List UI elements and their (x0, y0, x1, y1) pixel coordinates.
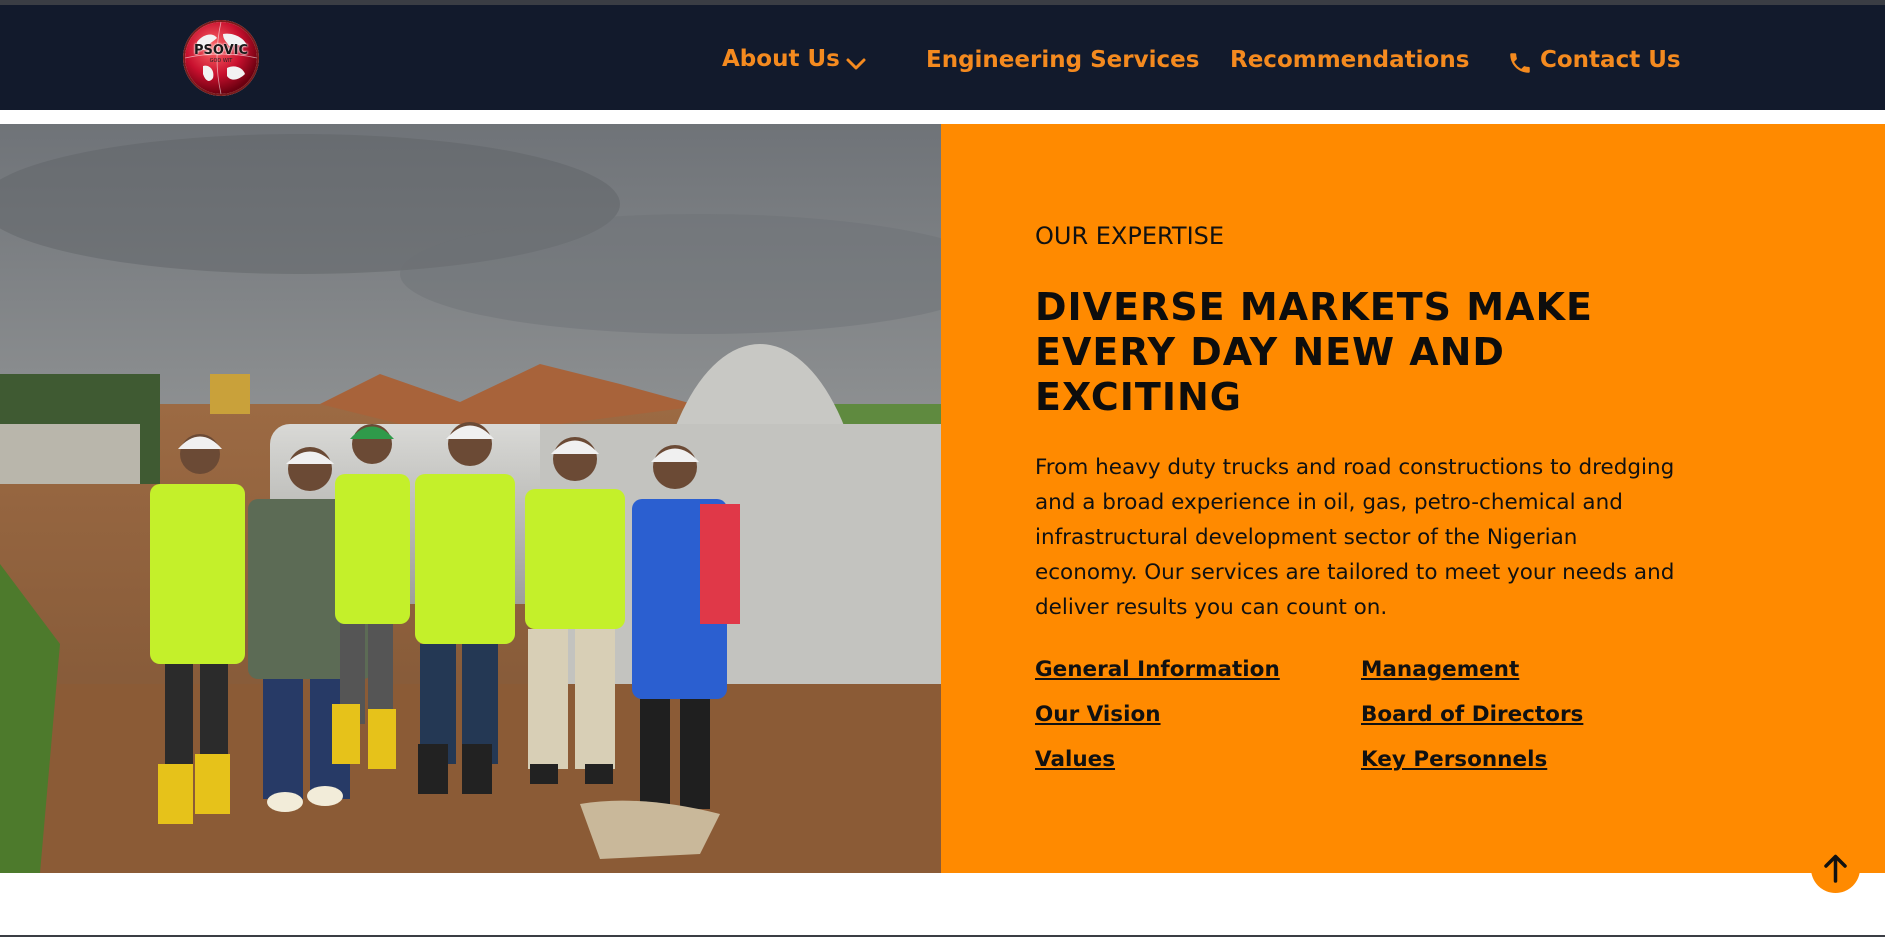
logo-wordmark: PSOVIC (193, 43, 249, 58)
chevron-down-icon[interactable] (845, 53, 867, 75)
nav-recommendations[interactable]: Recommendations (1230, 47, 1469, 73)
section-description: From heavy duty trucks and road construc… (1035, 455, 1675, 620)
phone-icon[interactable] (1507, 50, 1533, 76)
site-team-photo (0, 124, 941, 873)
scroll-to-top-button[interactable] (1811, 844, 1860, 893)
link-board-of-directors[interactable]: Board of Directors (1361, 702, 1583, 727)
link-general-information[interactable]: General Information (1035, 657, 1280, 682)
section-eyebrow: OUR EXPERTISE (1035, 222, 1225, 250)
site-navbar: PSOVIC GOD WIT About Us Engineering Serv… (0, 5, 1885, 110)
expertise-section: OUR EXPERTISE DIVERSE MARKETS MAKE EVERY… (0, 124, 1885, 873)
construction-site-photo (0, 124, 941, 873)
nav-engineering-services[interactable]: Engineering Services (926, 47, 1199, 73)
logo-subtext: GOD WIT (209, 58, 233, 64)
link-our-vision[interactable]: Our Vision (1035, 702, 1161, 727)
expertise-panel: OUR EXPERTISE DIVERSE MARKETS MAKE EVERY… (941, 124, 1885, 873)
arrow-up-icon (1824, 854, 1847, 883)
site-logo[interactable]: PSOVIC GOD WIT (183, 20, 259, 96)
nav-about-us[interactable]: About Us (722, 46, 840, 72)
link-management[interactable]: Management (1361, 657, 1519, 682)
nav-contact-us[interactable]: Contact Us (1540, 47, 1681, 73)
section-headline: DIVERSE MARKETS MAKE EVERY DAY NEW AND E… (1035, 285, 1593, 419)
link-key-personnels[interactable]: Key Personnels (1361, 747, 1547, 772)
link-values[interactable]: Values (1035, 747, 1115, 772)
